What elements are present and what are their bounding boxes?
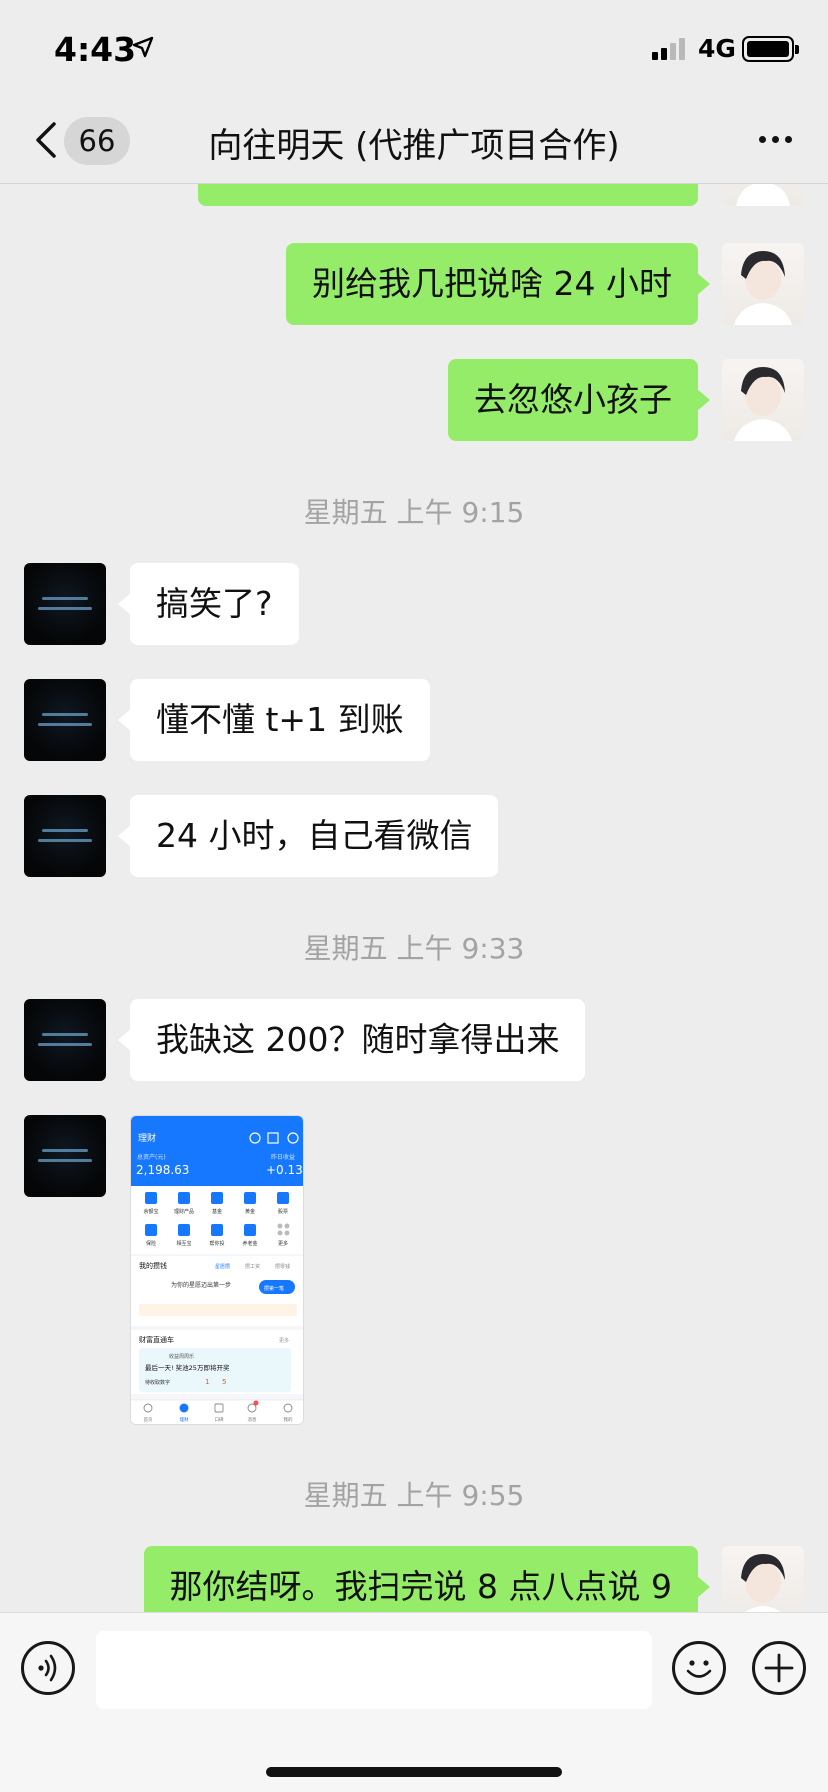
- message-bubble[interactable]: 那你结呀。我扫完说 8 点八点说 9: [143, 1546, 711, 1612]
- contact-avatar[interactable]: [24, 795, 106, 877]
- smiley-face-icon: [686, 1660, 712, 1678]
- contact-avatar[interactable]: [24, 999, 106, 1081]
- back-chevron-icon[interactable]: [28, 118, 68, 162]
- image-total-value: 2,198.63: [136, 1163, 189, 1177]
- image-grid-label: 基金: [212, 1208, 222, 1215]
- image-wish-button: 攒第一笔: [264, 1285, 284, 1292]
- my-avatar[interactable]: [722, 359, 804, 441]
- image-yesterday-value: +0.13: [266, 1163, 303, 1177]
- image-promo-tag: 收益周周乐: [169, 1353, 194, 1360]
- image-section-title: 我的攒钱: [139, 1261, 167, 1270]
- time-separator: 星期五 上午 9:33: [303, 932, 525, 965]
- image-section-tab: 星愿攒: [215, 1263, 230, 1270]
- chat-message-list[interactable]: 别给我几把说啥 24 小时 去忽悠小孩子 星期五 上午 9:15 搞笑了? 懂不…: [0, 184, 828, 1612]
- emoji-button[interactable]: [672, 1641, 726, 1695]
- message-bubble[interactable]: 我缺这 200？随时拿得出来: [117, 999, 586, 1081]
- image-tabbar-label: 我的: [284, 1416, 293, 1423]
- contact-avatar[interactable]: [24, 563, 106, 645]
- my-avatar[interactable]: [722, 184, 804, 206]
- image-wish-text: 为你的星愿迈出第一步: [171, 1281, 231, 1289]
- image-grid-label: 保险: [146, 1240, 156, 1247]
- home-indicator: [266, 1767, 562, 1777]
- image-section-tab: 攒零钱: [275, 1263, 290, 1270]
- image-grid-label: 帮你投: [209, 1240, 224, 1247]
- image-promo-text: 最后一天! 奖池25万即将开奖: [145, 1363, 230, 1372]
- more-options-button[interactable]: [759, 136, 792, 143]
- image-promo-digit: 1: [205, 1378, 209, 1386]
- image-promo-digit: 5: [222, 1378, 226, 1386]
- image-tabbar-label: 理财: [180, 1416, 189, 1423]
- plus-icon: [764, 1653, 794, 1683]
- message-bubble[interactable]: 24 小时，自己看微信: [117, 795, 499, 877]
- contact-avatar[interactable]: [24, 1115, 106, 1197]
- image-tabbar-label: 首页: [144, 1416, 153, 1423]
- message-input[interactable]: [96, 1631, 652, 1709]
- more-dot-icon: [785, 136, 792, 143]
- network-type: 4G: [698, 34, 736, 63]
- input-bar: [0, 1612, 828, 1792]
- image-tabbar-label: 口碑: [215, 1416, 224, 1423]
- time-separator: 星期五 上午 9:15: [303, 496, 525, 529]
- image-total-label: 总资产(元): [137, 1153, 166, 1161]
- image-message[interactable]: 理财 总资产(元) 昨日收益 2,198.63 +0.13 余额宝 理财产品 基…: [130, 1115, 304, 1425]
- chat-title: 向往明天 (代推广项目合作): [208, 126, 620, 166]
- image-section-tab: 攒工资: [245, 1263, 260, 1270]
- image-promo-sub: 待收取数字: [145, 1379, 170, 1386]
- my-avatar[interactable]: [722, 243, 804, 325]
- image-grid-label: 相互宝: [176, 1240, 191, 1247]
- image-news-title: 财富直通车: [139, 1335, 174, 1344]
- image-grid-label: 余额宝: [143, 1208, 158, 1215]
- image-grid-label: 更多: [278, 1240, 288, 1247]
- image-grid-label: 黄金: [245, 1208, 255, 1215]
- message-bubble[interactable]: 搞笑了?: [118, 563, 299, 645]
- status-time: 4:43: [54, 30, 137, 69]
- time-separator: 星期五 上午 9:55: [303, 1479, 525, 1512]
- status-bar: 4:43 4G: [0, 0, 828, 100]
- message-bubble[interactable]: 去忽悠小孩子: [448, 359, 710, 441]
- image-news-more: 更多: [279, 1337, 289, 1344]
- nav-bar: 66 向往明天 (代推广项目合作): [0, 100, 828, 184]
- signal-icon: [652, 36, 685, 60]
- message-bubble-partial[interactable]: [198, 184, 698, 206]
- image-yesterday-label: 昨日收益: [271, 1153, 295, 1161]
- more-dot-icon: [772, 136, 779, 143]
- image-grid-label: 股票: [278, 1209, 288, 1215]
- image-tabbar-label: 消息: [248, 1416, 257, 1423]
- image-grid-label: 养老金: [242, 1240, 257, 1247]
- my-avatar[interactable]: [722, 1546, 804, 1612]
- voice-input-button[interactable]: [21, 1641, 75, 1695]
- image-grid-label: 理财产品: [174, 1208, 194, 1215]
- message-bubble[interactable]: 懂不懂 t+1 到账: [118, 679, 430, 761]
- battery-icon: [742, 36, 799, 62]
- contact-avatar[interactable]: [24, 679, 106, 761]
- more-dot-icon: [759, 136, 766, 143]
- unread-count-badge[interactable]: 66: [64, 117, 130, 165]
- location-arrow-icon: [132, 36, 154, 58]
- image-header-title: 理财: [138, 1132, 156, 1144]
- message-bubble[interactable]: 别给我几把说啥 24 小时: [286, 243, 710, 325]
- voice-icon: [38, 1654, 57, 1682]
- more-functions-button[interactable]: [752, 1641, 806, 1695]
